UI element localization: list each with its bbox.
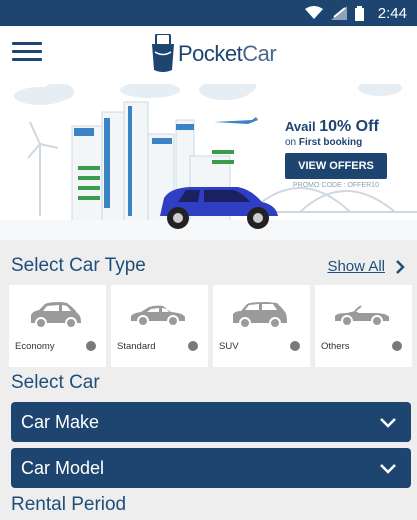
- radio-indicator: [290, 341, 300, 351]
- car-make-dropdown[interactable]: Car Make: [11, 402, 411, 442]
- show-all-link[interactable]: Show All: [327, 258, 405, 275]
- select-car-type-title: Select Car Type: [11, 255, 146, 276]
- radio-indicator: [86, 341, 96, 351]
- car-type-economy[interactable]: Economy: [9, 285, 106, 367]
- status-bar: 2:44: [0, 0, 417, 26]
- pocket-logo-icon: [152, 34, 174, 72]
- car-type-label: Standard: [117, 341, 156, 352]
- car-make-label: Car Make: [21, 411, 100, 432]
- chevron-down-icon: [380, 417, 396, 428]
- car-type-label: SUV: [219, 341, 239, 352]
- car-type-label: Others: [321, 341, 350, 352]
- chevron-down-icon: [380, 463, 396, 474]
- show-all-label: Show All: [327, 258, 385, 275]
- offer-headline: Avail 10% Off: [285, 118, 379, 135]
- battery-icon: [354, 5, 364, 21]
- app-header: PocketCar: [0, 26, 417, 84]
- view-offers-button[interactable]: VIEW OFFERS: [285, 153, 387, 179]
- brand-name: PocketCar: [178, 41, 277, 66]
- main-content: Select Car Type Show All Economy Standar…: [0, 240, 417, 520]
- select-car-title: Select Car: [11, 372, 100, 393]
- rental-period-title: Rental Period: [11, 494, 127, 515]
- car-model-dropdown[interactable]: Car Model: [11, 448, 411, 488]
- status-time: 2:44: [377, 4, 407, 22]
- car-type-standard[interactable]: Standard: [111, 285, 208, 367]
- car-type-others[interactable]: Others: [315, 285, 412, 367]
- offer-box: Avail 10% Off on First booking VIEW OFFE…: [285, 118, 387, 189]
- radio-indicator: [392, 341, 402, 351]
- wifi-icon: [304, 6, 323, 19]
- car-model-label: Car Model: [21, 457, 105, 478]
- app-logo: PocketCar: [150, 34, 277, 74]
- signal-icon: [330, 6, 347, 20]
- promo-code: PROMO CODE : OFFER10: [293, 182, 379, 189]
- hatchback-icon: [31, 302, 81, 329]
- chevron-right-icon: [396, 259, 405, 274]
- plane-icon: [214, 117, 258, 124]
- offer-subline: on First booking: [285, 137, 363, 148]
- car-type-label: Economy: [15, 341, 55, 352]
- sedan-icon: [131, 305, 185, 327]
- car-type-list: Economy Standard SUV Others: [9, 285, 417, 367]
- menu-icon[interactable]: [12, 42, 42, 62]
- radio-indicator: [188, 341, 198, 351]
- convertible-icon: [335, 305, 389, 327]
- suv-icon: [233, 302, 287, 329]
- car-type-suv[interactable]: SUV: [213, 285, 310, 367]
- offer-banner: Avail 10% Off on First booking VIEW OFFE…: [0, 84, 417, 240]
